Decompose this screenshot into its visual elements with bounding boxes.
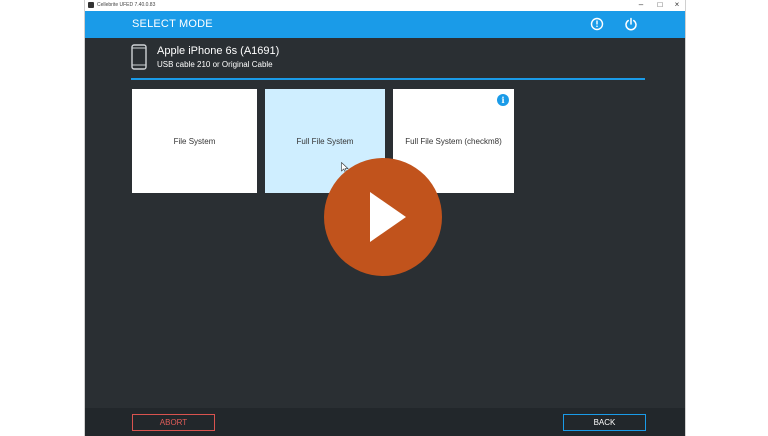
back-button[interactable]: BACK xyxy=(563,414,646,431)
app-icon xyxy=(88,2,94,8)
phone-icon xyxy=(131,44,147,70)
play-icon xyxy=(370,192,406,242)
info-icon[interactable]: i xyxy=(497,94,509,106)
device-info: Apple iPhone 6s (A1691) USB cable 210 or… xyxy=(131,44,651,76)
window-title: Cellebrite UFED 7.40.0.83 xyxy=(97,2,156,8)
mode-tile-file-system[interactable]: File System xyxy=(132,89,257,193)
abort-button[interactable]: ABORT xyxy=(132,414,215,431)
mode-tile-label: Full File System xyxy=(296,136,354,146)
header-bar: SELECT MODE xyxy=(85,11,685,38)
divider xyxy=(131,78,645,80)
info-icon[interactable] xyxy=(590,17,604,31)
page-title: SELECT MODE xyxy=(132,18,213,30)
window-titlebar: Cellebrite UFED 7.40.0.83 – □ × xyxy=(85,0,685,11)
maximize-icon[interactable]: □ xyxy=(654,0,666,11)
power-icon[interactable] xyxy=(624,17,638,31)
mode-tile-label: Full File System (checkm8) xyxy=(405,136,502,146)
device-cable: USB cable 210 or Original Cable xyxy=(157,60,273,69)
video-play-button[interactable] xyxy=(324,158,442,276)
device-name: Apple iPhone 6s (A1691) xyxy=(157,45,280,57)
mode-tile-label: File System xyxy=(173,136,216,146)
close-icon[interactable]: × xyxy=(671,0,683,11)
minimize-icon[interactable]: – xyxy=(635,0,647,11)
